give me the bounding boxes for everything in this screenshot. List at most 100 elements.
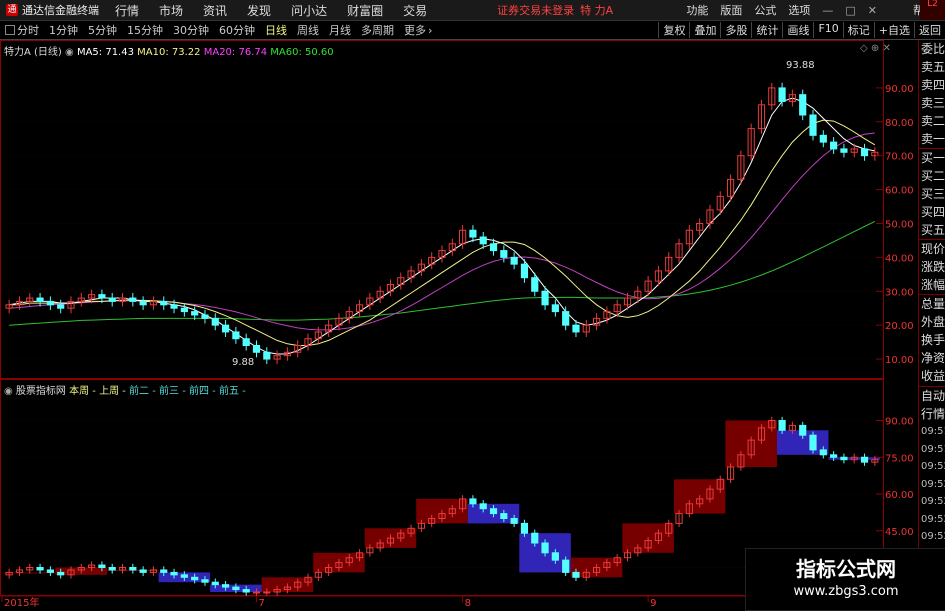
close-icon[interactable]: ✕ [862,4,883,17]
btn-stats[interactable]: 统计 [751,22,782,38]
candle-down [520,263,529,279]
app-title: 通达信金融终端 [22,4,99,17]
tf-weekly[interactable]: 周线 [292,22,324,38]
sidebar-field: 卖三 [921,96,945,110]
sub-candle-down [531,532,539,544]
sub-item-thisweek: 本周 [69,386,90,397]
sidebar-field: 总量 [919,294,945,313]
candle-down [819,134,827,143]
sidebar-field: 卖一 [921,132,945,146]
candle-down [799,94,807,116]
maximize-icon[interactable]: □ [839,4,861,17]
price-tick-label: 60.00 [885,186,914,197]
sub-candle-down [541,542,549,554]
tf-more[interactable]: 更多 › [399,22,437,38]
date-label: 7 [258,598,264,609]
sub-candle-down [98,564,106,568]
btn-multi-stock[interactable]: 多股 [720,22,751,38]
menu-assistant[interactable]: 问小达 [281,2,337,19]
ma-lines [9,97,876,355]
tf-monthly[interactable]: 月线 [324,22,356,38]
btn-overlay[interactable]: 叠加 [689,22,720,38]
sidebar-quote[interactable]: 行情 [919,405,945,423]
tick-times: 09:5109:5109:5209:5209:5209:5209:5209:53 [919,423,945,563]
tf-5min[interactable]: 5分钟 [83,22,122,38]
menu-news[interactable]: 资讯 [193,2,237,19]
date-label: 9 [650,598,656,609]
menu-right: 功能 版面 公式 选项 — □ ✕ 帮助 [680,2,945,18]
candle-down [57,304,65,309]
candle-down [98,294,106,299]
sidebar-field: 涨跌 [921,260,945,274]
tf-multi[interactable]: 多周期 [356,22,399,38]
btn-f10[interactable]: F10 [813,22,842,38]
sub-candle-down [201,579,209,583]
sub-candle-down [36,567,44,571]
sub-candle-down [139,569,147,573]
btn-adjust[interactable]: 复权 [658,22,689,38]
date-axis: 2015年78910 [1,596,817,609]
zoom-icon[interactable]: ⊕ [871,43,879,54]
tf-daily[interactable]: 日线 [260,22,292,38]
sub-candle-down [160,569,168,573]
sub-candle-down [778,420,786,431]
menu-discover[interactable]: 发现 [237,2,281,19]
period-label: (日线) [34,47,62,58]
annotations: 93.88 9.88 [232,60,815,368]
candle-down [840,148,848,153]
tf-intraday[interactable]: 分时 [0,22,44,38]
app-logo: 通 通达信金融终端 [0,2,105,18]
candle-down [541,290,549,306]
sub-candle-down [129,567,137,571]
menu-quotes[interactable]: 行情 [105,2,149,19]
btn-draw[interactable]: 画线 [782,22,813,38]
menu-wealth[interactable]: 财富圈 [337,2,393,19]
ma10-label: MA10: 73.22 [137,47,201,58]
candle-down [129,297,137,302]
quote-fields: 委比 卖五 卖四 卖三 卖二 卖一 买一 买二 买三 买四 买五 现价 涨跌 涨幅 总量 外盘 换手 净资 收益 [919,40,945,385]
sub-candle-down [562,559,570,573]
btn-back[interactable]: 返回 [914,22,945,38]
candle-down [263,351,271,360]
sub-candle-down [840,456,848,461]
ma5-line [9,97,875,355]
candle-down [221,324,230,333]
tf-30min[interactable]: 30分钟 [168,22,214,38]
date-label: 8 [465,598,471,609]
high-annotation: 93.88 [786,60,815,71]
toolbar-right: 复权 叠加 多股 统计 画线 F10 标记 +自选 返回 [658,22,945,38]
tf-1min[interactable]: 1分钟 [44,22,83,38]
quote-sidebar: 委比 卖五 卖四 卖三 卖二 卖一 买一 买二 买三 买四 买五 现价 涨跌 涨幅 总量 外盘 换手 净资 收益 自… [918,40,945,609]
login-notice[interactable]: 证券交易未登录 [497,2,574,18]
tf-60min[interactable]: 60分钟 [214,22,260,38]
sidebar-sub: 自动 行情 09:51 09:51 09:52 09:52 09:52 09:52 09:5… [919,386,945,563]
menu-options[interactable]: 选项 [782,2,816,18]
candle-down [211,317,219,326]
menu-formula[interactable]: 公式 [748,2,782,18]
candle-down [510,256,518,265]
price-tick-label: 80.00 [885,118,914,129]
minimize-icon[interactable]: — [816,4,839,17]
menu-function[interactable]: 功能 [680,2,714,18]
price-tick-label: 30.00 [885,287,914,298]
sub-candle-down [830,454,838,458]
candle-down [479,236,487,245]
stock-name-title: 特 力A [580,4,614,17]
diamond-icon[interactable]: ◇ [860,43,868,54]
menu-layout[interactable]: 版面 [714,2,748,18]
candle-down [46,300,54,306]
candle-down [232,331,240,340]
btn-mark[interactable]: 标记 [842,22,874,38]
sub-candle-down [551,552,559,561]
sub-candle-up [263,591,271,594]
menu-trade[interactable]: 交易 [393,2,437,19]
tick-time: 09:52 [921,478,945,490]
gear-icon[interactable]: ◉ [65,47,74,58]
close-panel-icon[interactable]: ✕ [882,43,890,54]
gear-icon[interactable]: ◉ [4,386,13,397]
sidebar-auto[interactable]: 自动 [919,387,945,405]
tf-15min[interactable]: 15分钟 [122,22,168,38]
btn-add-watchlist[interactable]: +自选 [873,22,914,38]
menu-market[interactable]: 市场 [149,2,193,19]
kline-chart[interactable]: 90.00 80.00 70.00 60.00 50.00 40.00 30.00 20.00… [0,40,918,609]
